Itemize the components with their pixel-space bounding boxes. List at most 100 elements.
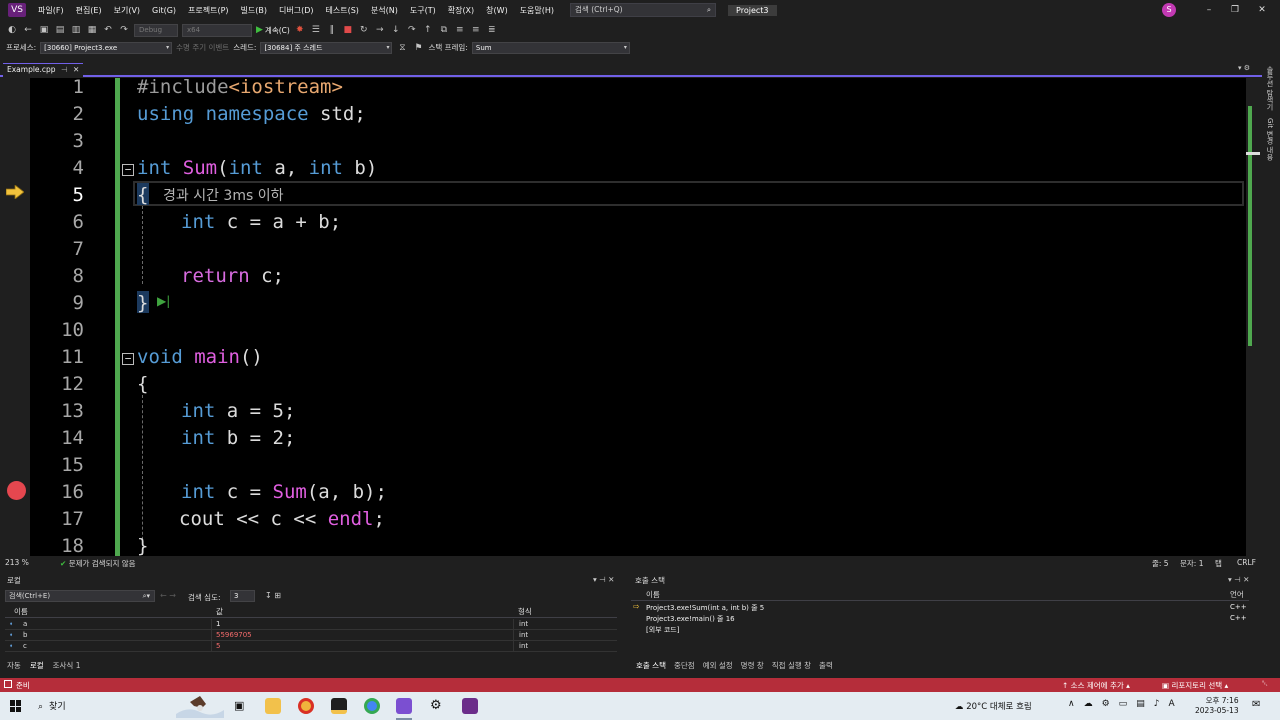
collapse-icon[interactable]: − (122, 164, 134, 176)
weather-widget[interactable]: ☁ 20°C 대체로 흐림 (955, 700, 1032, 712)
call-stack-frame[interactable]: [외부 코드] (631, 624, 1249, 635)
tab-command-window[interactable]: 명령 창 (741, 660, 764, 671)
tab-exception-settings[interactable]: 예외 설정 (703, 660, 733, 671)
search-navigation-icon[interactable]: ← → (160, 591, 176, 600)
step-over-icon[interactable]: ↷ (406, 25, 418, 35)
tab-autos[interactable]: 자동 (7, 660, 21, 671)
process-select[interactable]: [30660] Project3.exe ▾ (40, 41, 173, 54)
project-name-badge[interactable]: Project3 (728, 4, 777, 16)
close-icon[interactable]: ✕ (73, 64, 79, 76)
chrome-profile-icon[interactable] (364, 698, 380, 714)
platform-select[interactable]: x64 (182, 23, 252, 37)
menu-git[interactable]: Git(G) (146, 6, 182, 15)
uncomment-icon[interactable]: ≣ (486, 25, 498, 35)
visual-studio-taskbar-icon[interactable] (396, 698, 412, 714)
run-to-click-icon[interactable]: ▶| (157, 294, 170, 308)
issues-indicator[interactable]: ✔ 문제가 검색되지 않음 (60, 558, 136, 569)
stop-icon[interactable]: ■ (342, 25, 354, 35)
menu-help[interactable]: 도움말(H) (514, 5, 560, 16)
locals-search-input[interactable]: 검색(Ctrl+E) ⌕▾ (5, 590, 155, 602)
column-header-type[interactable]: 형식 (518, 606, 532, 617)
close-icon[interactable]: ✕ (1255, 3, 1269, 17)
tab-watch-1[interactable]: 조사식 1 (53, 660, 81, 671)
menu-view[interactable]: 보기(V) (108, 5, 146, 16)
table-row[interactable]: ⬪ b 55969705 int (5, 630, 617, 641)
menu-project[interactable]: 프로젝트(P) (182, 5, 235, 16)
menu-edit[interactable]: 편집(E) (70, 5, 108, 16)
hex-display-icon[interactable]: ⧉ (438, 25, 450, 35)
tab-overflow-icon[interactable]: ▾ ⚙ (1238, 64, 1250, 72)
notification-center-icon[interactable]: ✉ (1252, 699, 1260, 710)
continue-button[interactable]: ▶ 계속(C) (256, 25, 290, 36)
tab-breakpoints[interactable]: 중단점 (674, 660, 695, 671)
back-icon[interactable]: ← (22, 25, 34, 35)
column-header-value[interactable]: 값 (216, 606, 223, 617)
vertical-scrollbar[interactable] (1246, 78, 1260, 556)
pin-icon[interactable]: ⊣ (61, 64, 68, 76)
menu-window[interactable]: 창(W) (480, 5, 514, 16)
avatar[interactable]: S (1162, 3, 1176, 17)
save-icon[interactable]: ▥ (70, 25, 82, 35)
perf-tip[interactable]: 경과 시간 3ms 이하 (163, 185, 283, 205)
variable-value[interactable]: 5 (216, 642, 220, 650)
menu-extensions[interactable]: 확장(X) (442, 5, 480, 16)
lifecycle-events-label[interactable]: 수명 주기 이벤트 (176, 42, 229, 53)
minimize-icon[interactable]: – (1202, 3, 1216, 17)
step-out-icon[interactable]: ↑ (422, 25, 434, 35)
filter-icon[interactable]: ⧖ (396, 43, 408, 53)
view-options-icon[interactable]: ↧ ⊞ (265, 591, 281, 600)
menu-test[interactable]: 테스트(S) (320, 5, 365, 16)
tab-locals[interactable]: 로컬 (30, 660, 44, 671)
navigate-icon[interactable]: ◐ (6, 25, 18, 35)
redo-icon[interactable]: ↷ (118, 25, 130, 35)
global-search-input[interactable]: 검색 (Ctrl+Q) ⌕ (570, 3, 717, 17)
menu-file[interactable]: 파일(F) (32, 5, 70, 16)
zoom-level[interactable]: 213 % (5, 558, 29, 567)
select-repository-button[interactable]: ▣ 리포지토리 선택 ▴ (1162, 680, 1228, 691)
tab-solution-explorer[interactable]: 솔루션 탐색기 (1265, 66, 1275, 110)
notification-bell-icon[interactable]: ␇ (1262, 679, 1268, 689)
breakpoint-icon[interactable] (7, 481, 26, 500)
hot-reload-icon[interactable]: ✸ (294, 25, 306, 35)
add-to-source-control-button[interactable]: ↑ 소스 제어에 추가 ▴ (1062, 680, 1130, 691)
new-item-icon[interactable]: ▣ (38, 25, 50, 35)
column-header-name[interactable]: 이름 (646, 589, 660, 600)
search-depth-select[interactable]: 3 (230, 590, 255, 602)
variable-value[interactable]: 1 (216, 620, 220, 628)
panel-menu-icon[interactable]: ▾ ⊣ ✕ (593, 575, 614, 584)
menu-debug[interactable]: 디버그(D) (273, 5, 319, 16)
chevron-up-icon[interactable]: ∧ (1068, 699, 1075, 709)
panel-menu-icon[interactable]: ▾ ⊣ ✕ (1228, 575, 1249, 584)
table-row[interactable]: ⬪ c 5 int (5, 641, 617, 652)
debug-console-icon[interactable] (462, 698, 478, 714)
taskbar-search[interactable]: ⌕ 찾기 (38, 699, 66, 712)
save-all-icon[interactable]: ▦ (86, 25, 98, 35)
restore-icon[interactable]: ❐ (1228, 3, 1242, 17)
stack-frame-select[interactable]: Sum ▾ (471, 41, 630, 54)
collapse-icon[interactable]: − (122, 353, 134, 365)
configuration-select[interactable]: Debug (134, 23, 178, 37)
menu-analyze[interactable]: 분석(N) (365, 5, 404, 16)
tab-immediate-window[interactable]: 직접 실행 창 (772, 660, 811, 671)
pause-icon[interactable]: ‖ (326, 25, 338, 35)
diagnostic-icon[interactable]: ☰ (310, 25, 322, 35)
call-stack-frame[interactable]: ⇨ Project3.exe!Sum(int a, int b) 줄 5 C++ (631, 602, 1249, 613)
eol-indicator[interactable]: CRLF (1237, 558, 1256, 567)
column-header-language[interactable]: 언어 (1230, 589, 1244, 600)
undo-icon[interactable]: ↶ (102, 25, 114, 35)
menu-build[interactable]: 빌드(B) (235, 5, 273, 16)
windows-start-icon[interactable] (10, 700, 22, 712)
call-stack-frame[interactable]: Project3.exe!main() 줄 16 C++ (631, 613, 1249, 624)
cloud-icon[interactable]: ☁ (1084, 699, 1093, 709)
file-explorer-icon[interactable] (265, 698, 281, 714)
clock[interactable]: 오후 7:16 2023-05-13 (1195, 696, 1239, 716)
task-view-icon[interactable]: ▣ (234, 699, 244, 712)
tab-git-changes[interactable]: Git 변경 내용 (1265, 118, 1275, 161)
chrome-icon[interactable] (298, 698, 314, 714)
show-next-statement-icon[interactable]: → (374, 25, 386, 35)
tab-example-cpp[interactable]: Example.cpp ⊣ ✕ (3, 63, 83, 77)
variable-value[interactable]: 55969705 (216, 631, 252, 639)
step-into-icon[interactable]: ↓ (390, 25, 402, 35)
flag-icon[interactable]: ⚑ (412, 43, 424, 53)
column-header-name[interactable]: 이름 (14, 606, 28, 617)
